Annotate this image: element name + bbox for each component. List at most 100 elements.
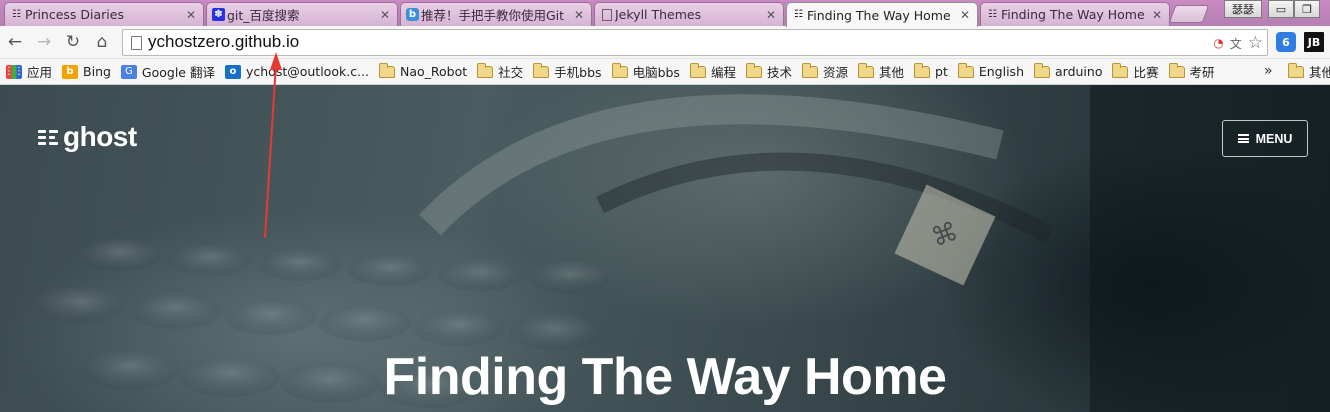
bookmark-outlook[interactable]: o ychost@outlook.c... xyxy=(224,64,369,79)
bookmark-folder-other[interactable]: 其他 xyxy=(858,62,904,81)
google-translate-icon: G xyxy=(120,64,137,79)
bookmark-folder-pc-bbs[interactable]: 电脑bbs xyxy=(611,62,680,81)
page-icon xyxy=(131,36,142,50)
tab-princess-diaries[interactable]: ☷ Princess Diaries ✕ xyxy=(4,2,204,26)
bookmark-folder-social[interactable]: 社交 xyxy=(477,62,523,81)
tab-title: Jekyll Themes xyxy=(615,7,702,22)
folder-icon xyxy=(801,62,818,78)
tab-close-icon[interactable]: ✕ xyxy=(185,8,197,22)
bookmark-star-icon[interactable]: ☆ xyxy=(1248,33,1263,53)
baidu-paw-icon: ✽ xyxy=(212,8,225,21)
bookmark-label: 应用 xyxy=(27,65,53,80)
tab-finding-the-way-home[interactable]: ☷ Finding The Way Home ✕ xyxy=(980,2,1170,26)
back-arrow-icon[interactable]: ← xyxy=(4,31,26,53)
folder-icon xyxy=(477,62,494,78)
bookmark-label: 考研 xyxy=(1189,65,1215,80)
url-text: ychostzero.github.io xyxy=(148,32,300,51)
tab-jekyll-themes[interactable]: Jekyll Themes ✕ xyxy=(594,2,784,26)
bookmark-label: 其他 xyxy=(1309,65,1330,80)
bookmark-folder-contest[interactable]: 比赛 xyxy=(1112,62,1159,81)
tab-close-icon[interactable]: ✕ xyxy=(1151,8,1163,22)
bookmark-label: ychost@outlook.c... xyxy=(245,64,369,79)
forward-arrow-icon[interactable]: → xyxy=(33,31,55,53)
logo-text: ghost xyxy=(63,121,137,152)
folder-icon xyxy=(1034,62,1050,78)
tab-close-icon[interactable]: ✕ xyxy=(959,8,971,22)
bookmark-folder-pt[interactable]: pt xyxy=(914,62,948,79)
ghost-favicon-icon: ☷ xyxy=(794,9,803,20)
bookmark-apps[interactable]: ⋮⋮ 应用 xyxy=(4,62,53,81)
tab-title: 推荐！手把手教你使用Git xyxy=(421,8,565,23)
bookmark-label: 电脑bbs xyxy=(632,65,680,80)
page-hero: ⌘ ghost MENU Finding The Way Home xyxy=(0,85,1330,412)
new-tab-button[interactable] xyxy=(1168,5,1210,23)
tab-git-tutorial[interactable]: b 推荐！手把手教你使用Git ✕ xyxy=(400,2,592,26)
folder-icon xyxy=(611,62,628,78)
page-title: Finding The Way Home xyxy=(383,348,947,406)
tab-strip: ☷ Princess Diaries ✕ ✽ git_百度搜索 ✕ b 推荐！手… xyxy=(0,0,1330,27)
bookmark-folder-mobile-bbs[interactable]: 手机bbs xyxy=(533,62,602,81)
bookmark-bing[interactable]: b Bing xyxy=(62,64,111,79)
bookmark-label: 编程 xyxy=(710,65,736,80)
bookmark-folder-tech[interactable]: 技术 xyxy=(745,62,792,81)
bookmark-label: English xyxy=(978,64,1024,79)
bookmark-label: 比赛 xyxy=(1133,65,1159,80)
tab-title: Princess Diaries xyxy=(25,7,124,22)
folder-icon xyxy=(1288,62,1304,78)
tab-close-icon[interactable]: ✕ xyxy=(379,8,391,22)
outlook-icon: o xyxy=(224,64,241,79)
bookmark-label: 手机bbs xyxy=(554,65,602,80)
folder-icon xyxy=(745,62,762,78)
page-icon xyxy=(602,9,612,21)
folder-icon xyxy=(957,62,974,78)
bookmark-google-translate[interactable]: G Google 翻译 xyxy=(120,62,215,81)
apps-grid-icon: ⋮⋮ xyxy=(4,64,24,79)
minimize-icon[interactable]: ▭ xyxy=(1268,0,1294,18)
bookmark-folder-nao-robot[interactable]: Nao_Robot xyxy=(378,62,468,79)
folder-icon xyxy=(914,62,931,78)
restore-icon[interactable]: ❐ xyxy=(1294,0,1320,18)
bookmark-label: Google 翻译 xyxy=(141,65,215,80)
bookmark-label: pt xyxy=(935,64,948,79)
ghost-logo[interactable]: ghost xyxy=(38,121,137,153)
bookmarks-overflow-chevron[interactable]: » xyxy=(1264,63,1273,79)
jetbrains-extension-icon[interactable]: JB xyxy=(1304,32,1324,52)
address-bar[interactable]: ychostzero.github.io ◔ 文 ☆ xyxy=(122,29,1268,56)
bookmarks-bar: ⋮⋮ 应用 b Bing G Google 翻译 o ychost@outloo… xyxy=(0,59,1330,85)
bing-icon: b xyxy=(62,64,79,79)
tab-close-icon[interactable]: ✕ xyxy=(765,8,777,22)
bookmark-label: Bing xyxy=(83,64,111,79)
bookmark-label: 技术 xyxy=(766,65,792,80)
home-icon[interactable]: ⌂ xyxy=(91,31,113,53)
bookmark-folder-programming[interactable]: 编程 xyxy=(689,62,736,81)
extension-6-icon[interactable]: 6 xyxy=(1276,32,1296,52)
menu-label: MENU xyxy=(1255,131,1293,146)
ghost-logo-mark-icon xyxy=(38,129,58,145)
bookmark-folder-exam[interactable]: 考研 xyxy=(1168,62,1215,81)
bookmark-label: Nao_Robot xyxy=(399,64,468,79)
window-user-label: 瑟瑟 xyxy=(1224,0,1262,18)
tab-git-baidu[interactable]: ✽ git_百度搜索 ✕ xyxy=(206,2,398,26)
bookmark-label: 社交 xyxy=(498,65,524,80)
page-action-icon[interactable]: ◔ xyxy=(1213,36,1223,50)
bookmark-folder-resources[interactable]: 资源 xyxy=(801,62,848,81)
bookmark-folder-english[interactable]: English xyxy=(957,62,1024,79)
folder-icon xyxy=(378,62,395,78)
blog-b-icon: b xyxy=(406,8,419,21)
reload-icon[interactable]: ↻ xyxy=(62,31,84,53)
browser-toolbar: ← → ↻ ⌂ ychostzero.github.io ◔ 文 ☆ 6 JB xyxy=(0,26,1330,59)
other-bookmarks-folder[interactable]: 其他 xyxy=(1288,62,1330,81)
hamburger-icon xyxy=(1237,134,1249,143)
folder-icon xyxy=(1168,62,1185,78)
tab-title: Finding The Way Home xyxy=(807,7,951,23)
tab-finding-the-way-home-active[interactable]: ☷ Finding The Way Home ✕ xyxy=(786,2,978,27)
translate-icon[interactable]: 文 xyxy=(1230,35,1242,52)
folder-icon xyxy=(533,62,550,78)
bookmark-folder-arduino[interactable]: arduino xyxy=(1034,62,1102,79)
tab-title: Finding The Way Home xyxy=(1001,7,1145,22)
tab-close-icon[interactable]: ✕ xyxy=(573,8,585,22)
folder-icon xyxy=(689,62,706,78)
menu-button[interactable]: MENU xyxy=(1222,120,1308,157)
folder-icon xyxy=(858,62,874,78)
tab-title: git_百度搜索 xyxy=(227,8,300,23)
